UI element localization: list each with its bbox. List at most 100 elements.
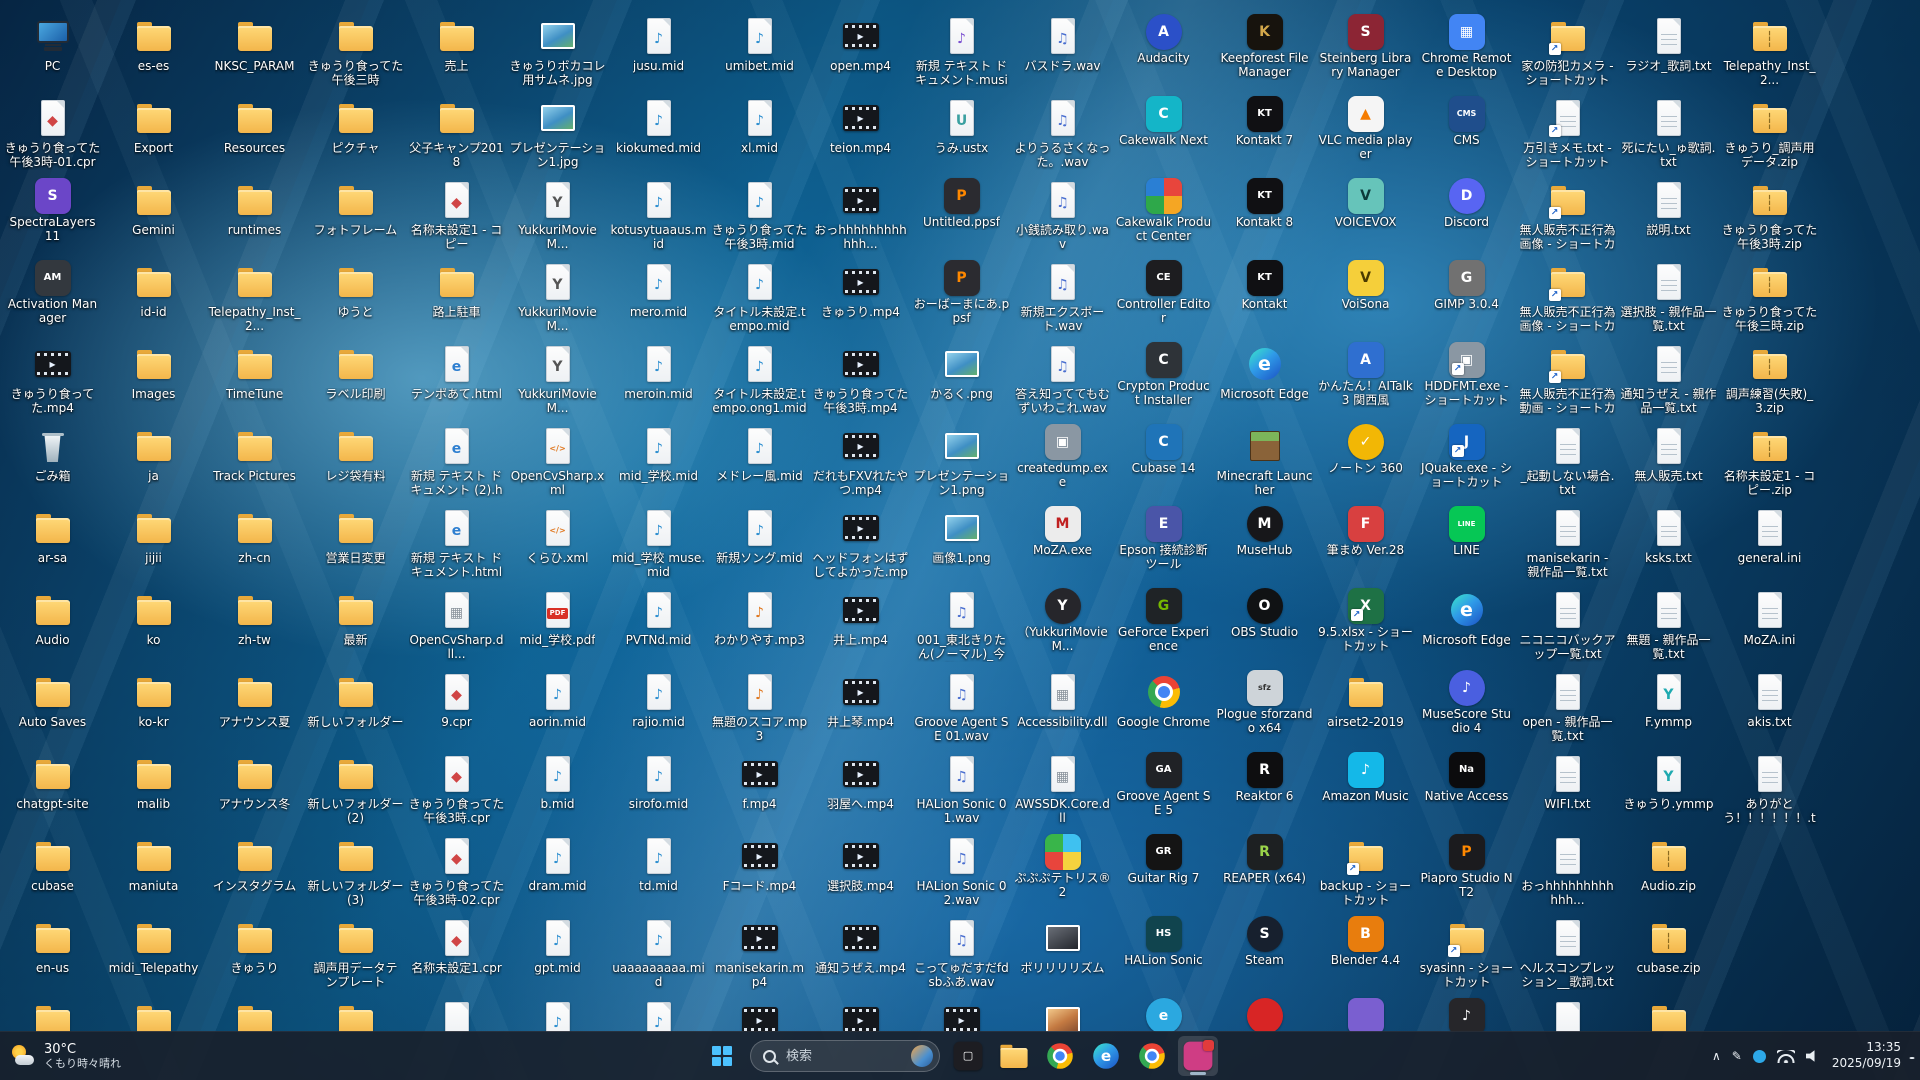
desktop-icon[interactable]: PC xyxy=(2,8,103,90)
desktop-icon[interactable]: eテンポあて.html xyxy=(406,336,507,418)
desktop-icon[interactable]: ♪MuseScore Studio 4 xyxy=(1416,664,1517,746)
desktop-icon[interactable]: ↗無人販売不正行為 画像 - ショートカッ... xyxy=(1517,172,1618,254)
desktop-icon[interactable]: _起動しない場合.txt xyxy=(1517,418,1618,500)
desktop-icon[interactable]: GGIMP 3.0.4 xyxy=(1416,254,1517,336)
desktop-icon[interactable]: ♪タイトル未設定.tempo.ong1.mid xyxy=(709,336,810,418)
desktop-icon[interactable]: ▸通知うぜえ.mp4 xyxy=(810,910,911,992)
desktop-icon[interactable]: ▸ xyxy=(911,992,1012,1032)
desktop-icon[interactable]: ♪ xyxy=(608,992,709,1032)
desktop-icon[interactable]: アナウンス冬 xyxy=(204,746,305,828)
desktop-icon[interactable]: ko xyxy=(103,582,204,664)
desktop-icon[interactable]: ar-sa xyxy=(2,500,103,582)
desktop-icon[interactable]: KKeepforest File Manager xyxy=(1214,8,1315,90)
edge-browser[interactable] xyxy=(1086,1036,1126,1076)
desktop-icon[interactable]: きゅうり食ってた午後三時 xyxy=(305,8,406,90)
desktop-icon[interactable]: ┆調声練習(失敗)_3.zip xyxy=(1719,336,1820,418)
desktop-icon[interactable]: ▸ xyxy=(810,992,911,1032)
desktop-icon[interactable]: NaNative Access xyxy=(1416,746,1517,828)
volume-icon[interactable] xyxy=(1806,1050,1821,1063)
file-explorer[interactable] xyxy=(994,1036,1034,1076)
desktop-icon[interactable]: CEController Editor xyxy=(1113,254,1214,336)
desktop-icon[interactable]: malib xyxy=(103,746,204,828)
desktop-icon[interactable]: J↗JQuake.exe - ショートカット xyxy=(1416,418,1517,500)
desktop-icon[interactable]: 選択肢 - 親作品一覧.txt xyxy=(1618,254,1719,336)
desktop-icon[interactable]: MMuseHub xyxy=(1214,500,1315,582)
search-input[interactable] xyxy=(784,1048,898,1065)
desktop-icon[interactable]: ♪td.mid xyxy=(608,828,709,910)
desktop-icon[interactable]: LINELINE xyxy=(1416,500,1517,582)
desktop-icon[interactable]: ♫小銭読み取り.wav xyxy=(1012,172,1113,254)
desktop-icon[interactable]: ♪kiokumed.mid xyxy=(608,90,709,172)
weather-widget[interactable]: 30°C くもり時々晴れ xyxy=(10,1032,121,1080)
desktop-icon[interactable]: Track Pictures xyxy=(204,418,305,500)
desktop-icon[interactable]: きゅうりボカコレ用サムネ.jpg xyxy=(507,8,608,90)
desktop-icon[interactable]: ▦AWSSDK.Core.dll xyxy=(1012,746,1113,828)
desktop-icon[interactable]: midi_Telepathy xyxy=(103,910,204,992)
desktop-icon[interactable]: sfzPlogue sforzando x64 xyxy=(1214,664,1315,746)
desktop-icon[interactable]: ◆きゅうり食ってた午後3時.cpr xyxy=(406,746,507,828)
desktop-icon[interactable]: PDFmid_学校.pdf xyxy=(507,582,608,664)
desktop-icon[interactable]: NKSC_PARAM xyxy=(204,8,305,90)
desktop-icon[interactable]: id-id xyxy=(103,254,204,336)
desktop-icon[interactable]: ♫よりうるさくなった。.wav xyxy=(1012,90,1113,172)
desktop-icon[interactable]: en-us xyxy=(2,910,103,992)
desktop-icon[interactable]: ♪rajio.mid xyxy=(608,664,709,746)
desktop-icon[interactable]: ♪タイトル未設定.tempo.mid xyxy=(709,254,810,336)
desktop-icon[interactable]: Telepathy_Inst_2... xyxy=(204,254,305,336)
desktop-icon[interactable]: ♪mero.mid xyxy=(608,254,709,336)
desktop-icon[interactable]: Y（YukkuriMovieM... xyxy=(1012,582,1113,664)
desktop-icon[interactable]: ♪aorin.mid xyxy=(507,664,608,746)
desktop-icon[interactable]: ko-kr xyxy=(103,664,204,746)
desktop-icon[interactable]: ▣createdump.exe xyxy=(1012,418,1113,500)
desktop-icon[interactable]: ┆名称未設定1 - コピー.zip xyxy=(1719,418,1820,500)
desktop-icon[interactable]: SSpectraLayers 11 xyxy=(2,172,103,254)
desktop-icon[interactable]: maniuta xyxy=(103,828,204,910)
desktop-icon[interactable]: YYukkuriMovieM... xyxy=(507,172,608,254)
desktop-icon[interactable]: Microsoft Edge xyxy=(1416,582,1517,664)
desktop-icon[interactable]: es-es xyxy=(103,8,204,90)
desktop-icon[interactable]: ぷぷぷテトリス® 2 xyxy=(1012,828,1113,910)
desktop-icon[interactable]: ♪meroin.mid xyxy=(608,336,709,418)
desktop-icon[interactable]: 最新 xyxy=(305,582,406,664)
desktop-icon[interactable] xyxy=(1214,992,1315,1032)
desktop-icon[interactable]: GRGuitar Rig 7 xyxy=(1113,828,1214,910)
desktop-icon[interactable]: ▸ヘッドフォンはずしてよかった.mp4 xyxy=(810,500,911,582)
desktop-icon[interactable]: ♪ xyxy=(507,992,608,1032)
desktop-icon[interactable]: 無人販売.txt xyxy=(1618,418,1719,500)
desktop-icon[interactable]: ┆Telepathy_Inst_2... xyxy=(1719,8,1820,90)
desktop-icon[interactable]: Export xyxy=(103,90,204,172)
hidden-icons-chevron[interactable]: ∧ xyxy=(1712,1049,1721,1063)
desktop-icon[interactable] xyxy=(1618,992,1719,1032)
desktop-icon[interactable]: きゅうり xyxy=(204,910,305,992)
desktop-icon[interactable]: ♪新規ソング.mid xyxy=(709,500,810,582)
desktop-icon[interactable]: ♪無題のスコア.mp3 xyxy=(709,664,810,746)
desktop-icon[interactable]: ♪きゅうり食ってた午後3時.mid xyxy=(709,172,810,254)
desktop-icon[interactable]: インスタグラム xyxy=(204,828,305,910)
desktop-icon[interactable]: MMoZA.exe xyxy=(1012,500,1113,582)
desktop[interactable]: PC◆きゅうり食ってた午後3時-01.cprSSpectraLayers 11 A… xyxy=(0,0,1920,1032)
desktop-icon[interactable]: RREAPER (x64) xyxy=(1214,828,1315,910)
desktop-icon[interactable]: ごみ箱 xyxy=(2,418,103,500)
desktop-icon[interactable]: e新規 テキスト ドキュメント (2).html xyxy=(406,418,507,500)
desktop-icon[interactable]: ◆きゅうり食ってた午後3時-01.cpr xyxy=(2,90,103,172)
desktop-icon[interactable]: zh-cn xyxy=(204,500,305,582)
desktop-icon[interactable]: 営業日変更 xyxy=(305,500,406,582)
desktop-icon[interactable]: cubase xyxy=(2,828,103,910)
desktop-icon[interactable]: HSHALion Sonic xyxy=(1113,910,1214,992)
desktop-icon[interactable]: general.ini xyxy=(1719,500,1820,582)
desktop-icon[interactable]: ┆きゅうり食ってた午後3時.zip xyxy=(1719,172,1820,254)
desktop-icon[interactable]: ラベル印刷 xyxy=(305,336,406,418)
desktop-icon[interactable]: Yきゅうり.ymmp xyxy=(1618,746,1719,828)
desktop-icon[interactable]: ◆名称未設定1 - コピー xyxy=(406,172,507,254)
desktop-icon[interactable]: AAudacity xyxy=(1113,8,1214,90)
desktop-icon[interactable]: ♫HALion Sonic 02.wav xyxy=(911,828,1012,910)
desktop-icon[interactable]: ラジオ_歌詞.txt xyxy=(1618,8,1719,90)
desktop-icon[interactable]: Resources xyxy=(204,90,305,172)
desktop-icon[interactable]: e新規 テキスト ドキュメント.html xyxy=(406,500,507,582)
desktop-icon[interactable]: プレゼンテーション1.png xyxy=(911,418,1012,500)
taskbar-clock[interactable]: 13:35 2025/09/19 xyxy=(1832,1040,1901,1071)
desktop-icon[interactable]: 新しいフォルダー xyxy=(305,664,406,746)
desktop-icon[interactable]: CCubase 14 xyxy=(1113,418,1214,500)
desktop-icon[interactable]: ┆Audio.zip xyxy=(1618,828,1719,910)
desktop-icon[interactable]: ♫新規エクスポート.wav xyxy=(1012,254,1113,336)
